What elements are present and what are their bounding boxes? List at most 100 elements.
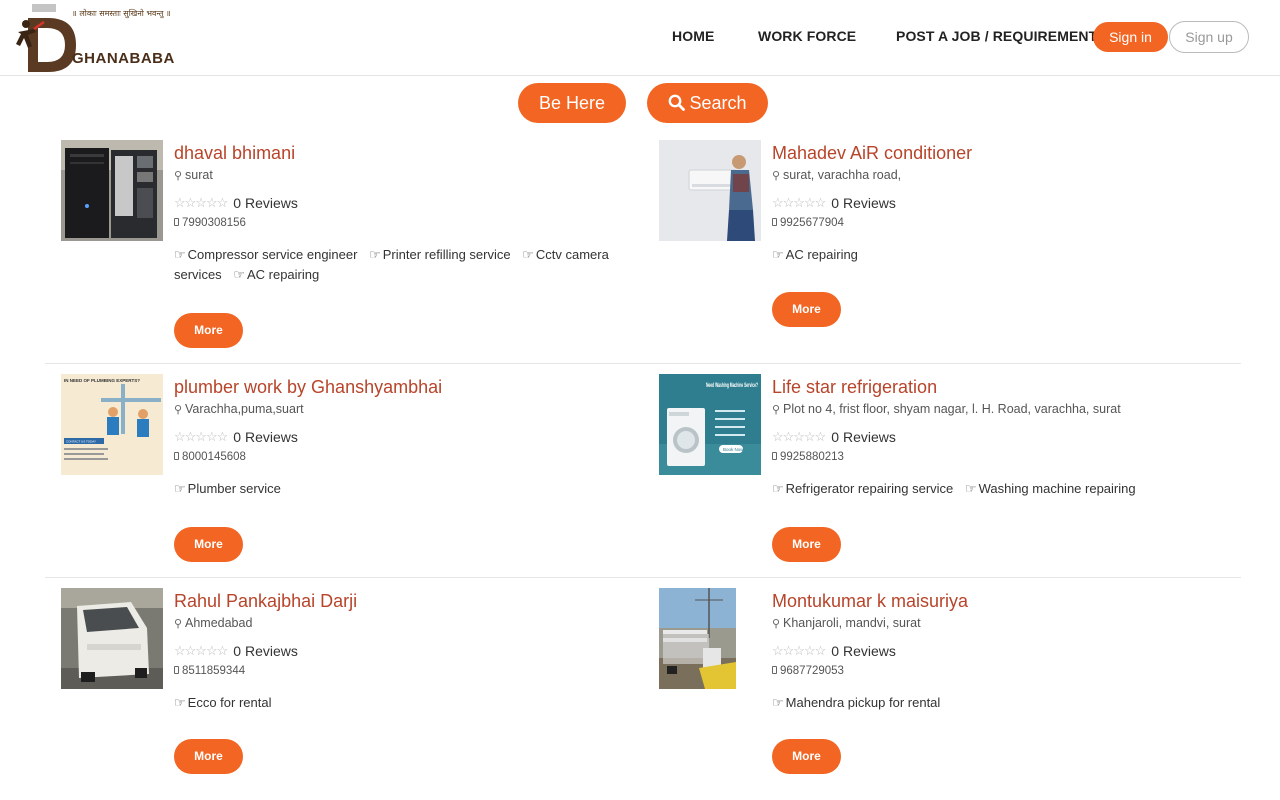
service-tag: ☞ Printer refilling service: [369, 247, 511, 262]
be-here-button[interactable]: Be Here: [518, 83, 626, 123]
location-text: surat: [185, 168, 213, 182]
rating-stars-icon: ☆☆☆☆☆: [174, 195, 228, 210]
listing-services: ☞ Compressor service engineer ☞ Printer re…: [174, 245, 661, 285]
service-tag: ☞ Ecco for rental: [174, 695, 271, 710]
listing-body: Rahul Pankajbhai Darji ⚲ Ahmedabad ☆☆☆☆☆ 0…: [174, 588, 661, 713]
rating-stars-icon: ☆☆☆☆☆: [174, 643, 228, 658]
location-text: surat, varachha road,: [783, 168, 902, 182]
listing-title[interactable]: Mahadev AiR conditioner: [772, 140, 1259, 166]
location-text: Plot no 4, frist floor, shyam nagar, l. …: [783, 402, 1121, 416]
listing-title[interactable]: plumber work by Ghanshyambhai: [174, 374, 661, 400]
mobile-phone-icon: [772, 218, 777, 226]
sign-in-button[interactable]: Sign in: [1093, 22, 1168, 52]
pointing-hand-icon: ☞: [174, 695, 186, 710]
pointing-hand-icon: ☞: [772, 695, 784, 710]
service-label: Printer refilling service: [382, 247, 511, 262]
nav-home[interactable]: HOME: [672, 28, 714, 44]
pointing-hand-icon: ☞: [174, 481, 186, 496]
search-label: Search: [689, 93, 747, 113]
plumbing-poster-image[interactable]: IN NEED OF PLUMBING EXPERTS? CONTACT US …: [61, 374, 163, 475]
pickup-truck-image[interactable]: [659, 588, 736, 689]
reviews-count: 0 Reviews: [831, 195, 896, 211]
listing-title[interactable]: Montukumar k maisuriya: [772, 588, 1259, 614]
listing-services: ☞ AC repairing: [772, 245, 1259, 265]
white-van-image[interactable]: [61, 588, 163, 689]
listing-body: plumber work by Ghanshyambhai ⚲ Varachha,…: [174, 374, 661, 499]
listing-card: IN NEED OF PLUMBING EXPERTS? CONTACT US …: [61, 374, 661, 589]
rating-stars-icon: ☆☆☆☆☆: [174, 429, 228, 444]
map-marker-icon: ⚲: [772, 404, 781, 416]
service-tag: ☞ AC repairing: [772, 247, 858, 262]
reviews-count: 0 Reviews: [233, 195, 298, 211]
listing-location: ⚲ Ahmedabad: [174, 614, 661, 633]
service-tag: ☞ AC repairing: [233, 267, 319, 282]
phone-number: 7990308156: [182, 217, 246, 229]
listing-card: Rahul Pankajbhai Darji ⚲ Ahmedabad ☆☆☆☆☆ 0…: [61, 588, 661, 800]
listing-services: ☞ Ecco for rental: [174, 693, 661, 713]
more-button[interactable]: More: [772, 527, 841, 562]
mobile-phone-icon: [174, 218, 179, 226]
phone-number: 8000145608: [182, 451, 246, 463]
nav-post-job[interactable]: POST A JOB / REQUIREMENT: [896, 28, 1097, 44]
reviews-count: 0 Reviews: [831, 643, 896, 659]
listing-services: ☞ Plumber service: [174, 479, 661, 499]
listing-services: ☞ Refrigerator repairing service ☞ Washing…: [772, 479, 1259, 499]
poster-button: CONTACT US TODAY: [66, 440, 96, 444]
listing-title[interactable]: Rahul Pankajbhai Darji: [174, 588, 661, 614]
listing-body: dhaval bhimani ⚲ surat ☆☆☆☆☆ 0 Reviews 799…: [174, 140, 661, 285]
search-icon: [669, 94, 686, 111]
pointing-hand-icon: ☞: [233, 267, 245, 282]
logo-tagline: ॥ लोकाः समस्ताः सुखिनो भवन्तु ॥: [72, 9, 171, 18]
listing-location: ⚲ Khanjaroli, mandvi, surat: [772, 614, 1259, 633]
washing-machine-ad-image[interactable]: Need Washing Machine Service? Book Now: [659, 374, 761, 475]
more-button[interactable]: More: [772, 739, 841, 774]
service-tag: ☞ Compressor service engineer: [174, 247, 357, 262]
service-tag: ☞ Refrigerator repairing service: [772, 481, 953, 496]
service-label: Mahendra pickup for rental: [785, 695, 941, 710]
listing-card: dhaval bhimani ⚲ surat ☆☆☆☆☆ 0 Reviews 799…: [61, 140, 661, 355]
rating-stars-icon: ☆☆☆☆☆: [772, 195, 826, 210]
map-marker-icon: ⚲: [174, 170, 183, 182]
ad-button: Book Now: [723, 447, 744, 452]
location-text: Khanjaroli, mandvi, surat: [783, 616, 921, 630]
service-tag: ☞ Plumber service: [174, 481, 281, 496]
listing-title[interactable]: Life star refrigeration: [772, 374, 1259, 400]
poster-headline: IN NEED OF PLUMBING EXPERTS?: [64, 378, 140, 383]
computer-tower-image[interactable]: [61, 140, 163, 241]
phone-number: 8511859344: [182, 665, 246, 677]
rating-stars-icon: ☆☆☆☆☆: [772, 429, 826, 444]
ad-headline: Need Washing Machine Service?: [706, 382, 758, 389]
listing-card: Mahadev AiR conditioner ⚲ surat, varachha…: [659, 140, 1259, 355]
listing-body: Montukumar k maisuriya ⚲ Khanjaroli, mand…: [772, 588, 1259, 713]
service-tag: ☞ Washing machine repairing: [965, 481, 1136, 496]
rating-stars-icon: ☆☆☆☆☆: [772, 643, 826, 658]
pointing-hand-icon: ☞: [964, 481, 977, 496]
service-label: Compressor service engineer: [187, 247, 358, 262]
brand-logo[interactable]: ॥ लोकाः समस्ताः सुखिनो भवन्तु ॥ GHANABAB…: [14, 4, 194, 74]
more-button[interactable]: More: [772, 292, 841, 327]
listing-reviews: ☆☆☆☆☆ 0 Reviews: [174, 642, 661, 661]
row-divider: [45, 363, 1241, 364]
service-label: AC repairing: [785, 247, 858, 262]
pointing-hand-icon: ☞: [369, 247, 381, 262]
reviews-count: 0 Reviews: [233, 429, 298, 445]
listing-title[interactable]: dhaval bhimani: [174, 140, 661, 166]
more-button[interactable]: More: [174, 313, 243, 348]
reviews-count: 0 Reviews: [233, 643, 298, 659]
listing-phone: 9925880213: [772, 448, 1259, 466]
listing-location: ⚲ surat: [174, 166, 661, 185]
mobile-phone-icon: [174, 452, 179, 460]
service-label: Ecco for rental: [187, 695, 272, 710]
mobile-phone-icon: [772, 666, 777, 674]
more-button[interactable]: More: [174, 739, 243, 774]
search-button[interactable]: Search: [647, 83, 768, 123]
service-tag: ☞ Mahendra pickup for rental: [772, 695, 940, 710]
more-button[interactable]: More: [174, 527, 243, 562]
listing-phone: 8511859344: [174, 662, 661, 680]
service-label: Washing machine repairing: [978, 481, 1136, 496]
ac-technician-image[interactable]: [659, 140, 761, 241]
listing-card: Need Washing Machine Service? Book Now L…: [659, 374, 1259, 589]
sign-up-button[interactable]: Sign up: [1169, 21, 1249, 53]
listing-location: ⚲ surat, varachha road,: [772, 166, 1259, 185]
nav-work-force[interactable]: WORK FORCE: [758, 28, 856, 44]
